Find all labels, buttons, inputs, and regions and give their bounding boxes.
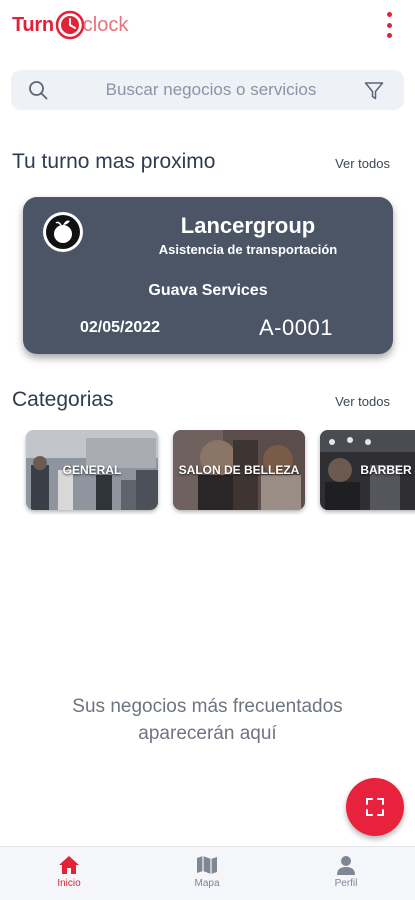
categories-carousel[interactable]: GENERAL SALON DE BELLEZA BARBER xyxy=(0,430,415,515)
clock-icon xyxy=(55,10,84,40)
filter-icon[interactable] xyxy=(364,81,384,101)
nav-item-mapa[interactable]: Mapa xyxy=(167,855,247,899)
provider-name: Guava Services xyxy=(148,282,268,299)
more-menu-icon[interactable] xyxy=(381,10,397,40)
categories-see-all-link[interactable]: Ver todos xyxy=(335,394,390,409)
scan-button[interactable] xyxy=(346,778,404,836)
category-card-general[interactable]: GENERAL xyxy=(26,430,158,510)
search-bar xyxy=(11,70,404,110)
next-turn-see-all-link[interactable]: Ver todos xyxy=(335,156,390,171)
turn-date: 02/05/2022 xyxy=(80,319,161,336)
turn-code: A-0001 xyxy=(259,315,333,340)
category-label: SALON DE BELLEZA xyxy=(178,463,300,477)
logo-text-turn: Turn xyxy=(12,13,54,36)
app-logo: Turn clock xyxy=(12,10,128,40)
category-card-barber[interactable]: BARBER xyxy=(320,430,415,510)
home-icon xyxy=(59,856,79,874)
app-header: Turn clock xyxy=(0,0,415,50)
category-label: GENERAL xyxy=(62,463,122,477)
next-turn-title: Tu turno mas proximo xyxy=(12,150,216,173)
category-label: BARBER xyxy=(360,463,412,477)
frequent-empty-message: Sus negocios más frecuentados aparecerán… xyxy=(72,696,343,744)
search-icon[interactable] xyxy=(28,80,48,100)
categories-title: Categorias xyxy=(12,388,114,411)
scan-icon xyxy=(366,798,384,816)
map-icon xyxy=(197,856,217,874)
user-icon xyxy=(337,856,355,875)
bottom-navigation: Inicio Mapa Perfil xyxy=(0,846,415,900)
business-name: Lancergroup xyxy=(180,213,316,238)
category-card-salon[interactable]: SALON DE BELLEZA xyxy=(173,430,305,510)
search-input[interactable] xyxy=(61,70,361,110)
nav-label: Perfil xyxy=(334,878,358,889)
guava-logo-icon xyxy=(43,212,83,252)
next-turn-card[interactable]: Lancergroup Asistencia de transportación… xyxy=(23,197,393,354)
service-name: Asistencia de transportación xyxy=(158,242,338,257)
nav-label: Inicio xyxy=(57,878,81,889)
logo-text-clock: clock xyxy=(82,13,129,36)
nav-item-perfil[interactable]: Perfil xyxy=(306,855,386,899)
nav-label: Mapa xyxy=(194,878,220,889)
nav-item-inicio[interactable]: Inicio xyxy=(29,855,109,899)
